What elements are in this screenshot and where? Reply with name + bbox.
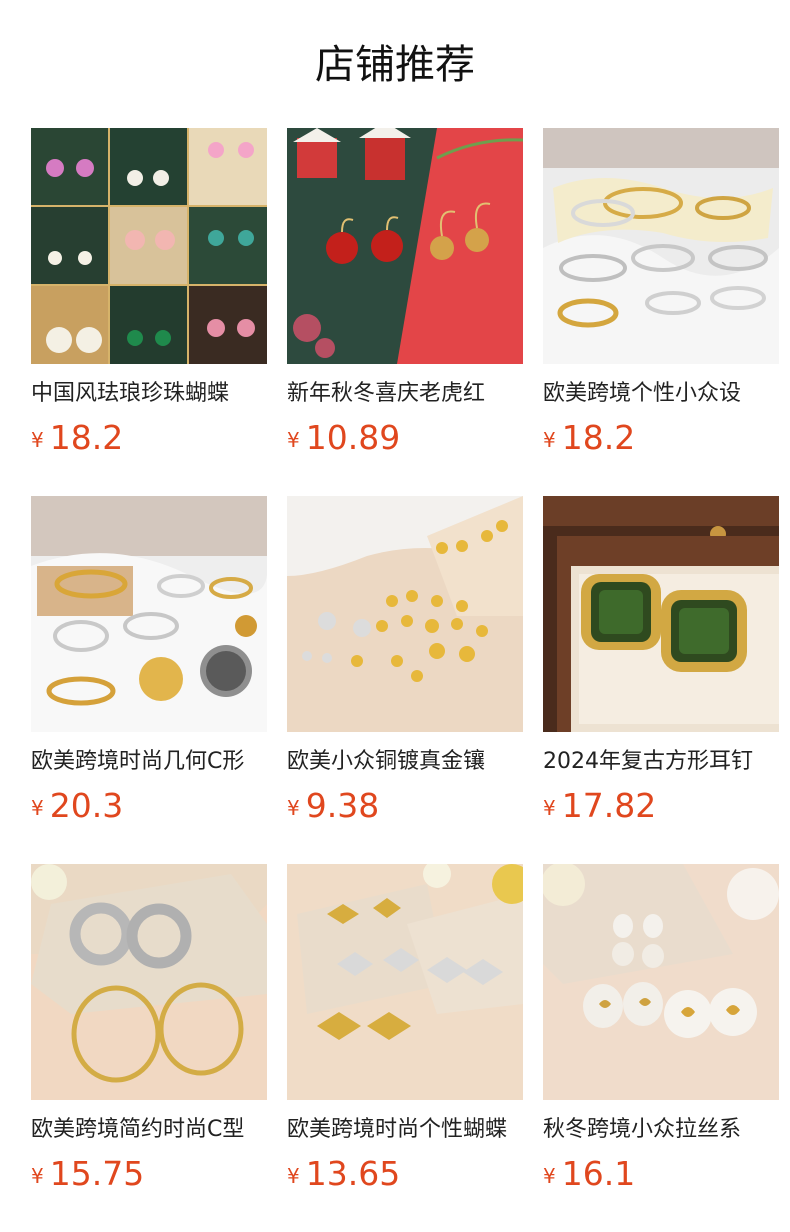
product-image[interactable] bbox=[543, 496, 779, 732]
pearl-heart-studs-icon bbox=[543, 864, 779, 1100]
product-card[interactable]: 欧美跨境时尚几何C形 ¥20.3 bbox=[31, 496, 267, 864]
product-image[interactable] bbox=[287, 864, 523, 1100]
currency-symbol: ¥ bbox=[287, 796, 300, 820]
product-card[interactable]: 欧美跨境时尚个性蝴蝶 ¥13.65 bbox=[287, 864, 523, 1232]
product-name[interactable]: 欧美跨境时尚几何C形 bbox=[31, 746, 267, 778]
product-image[interactable] bbox=[543, 864, 779, 1100]
product-card[interactable]: 秋冬跨境小众拉丝系 ¥16.1 bbox=[543, 864, 779, 1232]
product-price: ¥17.82 bbox=[543, 786, 656, 826]
price-value: 20.3 bbox=[49, 786, 124, 825]
currency-symbol: ¥ bbox=[543, 1164, 556, 1188]
tiger-earrings-icon bbox=[287, 128, 523, 364]
product-price: ¥13.65 bbox=[287, 1154, 400, 1194]
currency-symbol: ¥ bbox=[543, 796, 556, 820]
product-price: ¥18.2 bbox=[543, 418, 635, 458]
product-name[interactable]: 中国风珐琅珍珠蝴蝶 bbox=[31, 378, 267, 410]
price-value: 13.65 bbox=[305, 1154, 401, 1193]
bow-earrings-icon bbox=[287, 864, 523, 1100]
product-image[interactable] bbox=[31, 496, 267, 732]
product-price: ¥9.38 bbox=[287, 786, 379, 826]
product-price: ¥20.3 bbox=[31, 786, 123, 826]
product-price: ¥18.2 bbox=[31, 418, 123, 458]
currency-symbol: ¥ bbox=[31, 428, 44, 452]
hoop-earrings-icon bbox=[31, 864, 267, 1100]
currency-symbol: ¥ bbox=[287, 1164, 300, 1188]
price-value: 17.82 bbox=[561, 786, 657, 825]
price-value: 10.89 bbox=[305, 418, 401, 457]
product-image[interactable] bbox=[31, 128, 267, 364]
price-value: 9.38 bbox=[305, 786, 380, 825]
price-value: 16.1 bbox=[561, 1154, 636, 1193]
price-value: 18.2 bbox=[561, 418, 636, 457]
product-name[interactable]: 新年秋冬喜庆老虎红 bbox=[287, 378, 523, 410]
product-image[interactable] bbox=[31, 864, 267, 1100]
product-price: ¥10.89 bbox=[287, 418, 400, 458]
price-value: 18.2 bbox=[49, 418, 124, 457]
product-card[interactable]: 新年秋冬喜庆老虎红 ¥10.89 bbox=[287, 128, 523, 496]
product-name[interactable]: 欧美跨境简约时尚C型 bbox=[31, 1114, 267, 1146]
cuffs-rings-icon bbox=[31, 496, 267, 732]
product-name[interactable]: 2024年复古方形耳钉 bbox=[543, 746, 779, 778]
product-name[interactable]: 欧美跨境时尚个性蝴蝶 bbox=[287, 1114, 523, 1146]
product-image[interactable] bbox=[287, 496, 523, 732]
product-card[interactable]: 中国风珐琅珍珠蝴蝶 ¥18.2 bbox=[31, 128, 267, 496]
product-price: ¥16.1 bbox=[543, 1154, 635, 1194]
currency-symbol: ¥ bbox=[287, 428, 300, 452]
currency-symbol: ¥ bbox=[543, 428, 556, 452]
product-name[interactable]: 欧美小众铜镀真金镶 bbox=[287, 746, 523, 778]
bangles-icon bbox=[543, 128, 779, 364]
product-card[interactable]: 欧美小众铜镀真金镶 ¥9.38 bbox=[287, 496, 523, 864]
product-card[interactable]: 2024年复古方形耳钉 ¥17.82 bbox=[543, 496, 779, 864]
product-image[interactable] bbox=[287, 128, 523, 364]
product-name[interactable]: 欧美跨境个性小众设 bbox=[543, 378, 779, 410]
section-title: 店铺推荐 bbox=[315, 42, 475, 88]
product-card[interactable]: 欧美跨境个性小众设 ¥18.2 bbox=[543, 128, 779, 496]
product-image[interactable] bbox=[543, 128, 779, 364]
jewelry-collage-icon bbox=[31, 128, 267, 364]
green-stone-earrings-icon bbox=[543, 496, 779, 732]
product-grid: 中国风珐琅珍珠蝴蝶 ¥18.2 新年秋冬喜庆老虎红 ¥ 10.89 欧美跨境个性… bbox=[31, 128, 779, 1232]
product-card[interactable]: 欧美跨境简约时尚C型 ¥15.75 bbox=[31, 864, 267, 1232]
stud-earrings-icon bbox=[287, 496, 523, 732]
currency-symbol: ¥ bbox=[31, 1164, 44, 1188]
product-price: ¥15.75 bbox=[31, 1154, 144, 1194]
product-name[interactable]: 秋冬跨境小众拉丝系 bbox=[543, 1114, 779, 1146]
price-value: 15.75 bbox=[49, 1154, 145, 1193]
currency-symbol: ¥ bbox=[31, 796, 44, 820]
